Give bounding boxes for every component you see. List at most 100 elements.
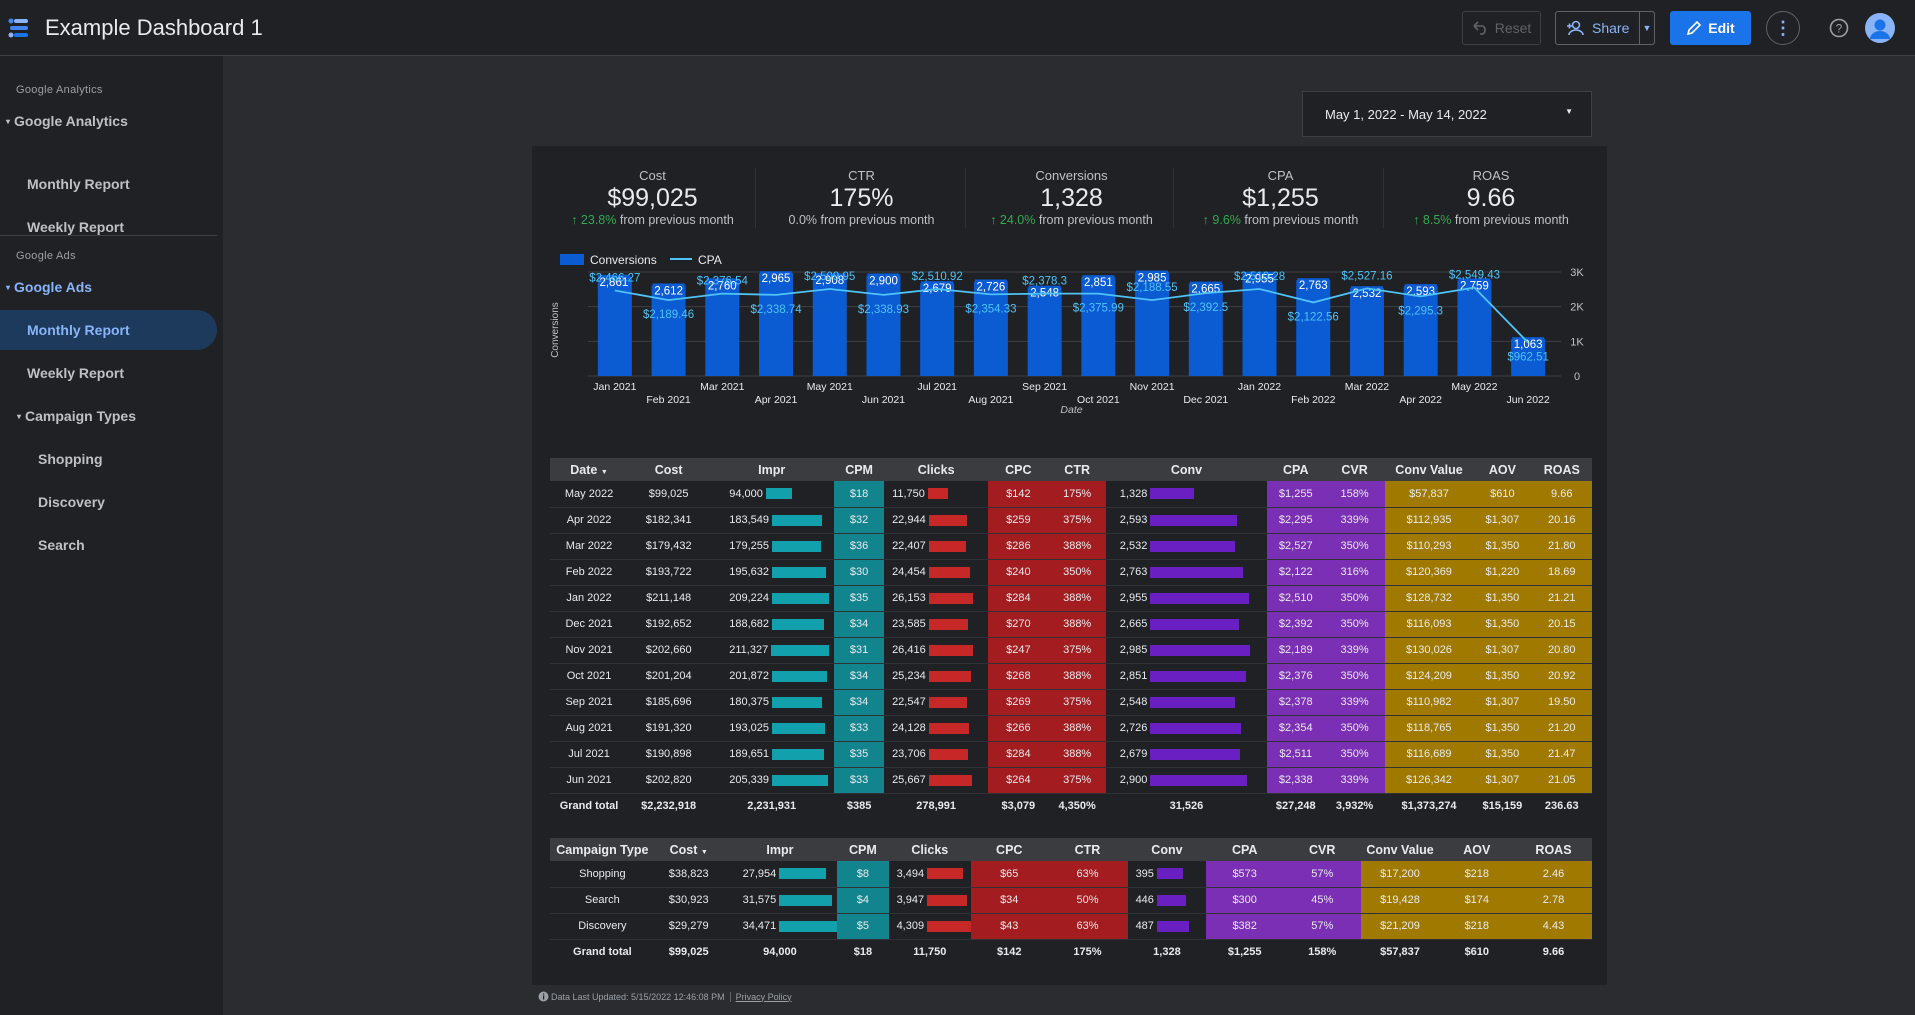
table-row[interactable]: Discovery $29,279 34,471 $5 4,309 $43 63% 487 $3… (550, 913, 1592, 940)
cell-conv_value: $116,689 (1384, 741, 1474, 768)
cell-clicks: 22,944 (884, 507, 989, 534)
table-row[interactable]: Nov 2021 $202,660 211,327 $31 26,416 $247 375%… (550, 637, 1592, 664)
cell-bar (1150, 644, 1251, 656)
cell-value: 211,327 (729, 644, 769, 656)
cell-ctr: 350% (1048, 559, 1106, 586)
column-header[interactable]: Cost (628, 458, 710, 481)
column-header[interactable]: AOV (1473, 458, 1532, 481)
cell-clicks: 25,667 (884, 767, 989, 794)
bar-conversions (1296, 280, 1331, 376)
cell-cvr: 57% (1283, 913, 1362, 940)
sidebar-group-google-analytics[interactable]: ▾ Google Analytics (6, 113, 128, 129)
sidebar-item-shopping[interactable]: Shopping (0, 439, 217, 479)
cell-aov: $1,307 (1473, 507, 1532, 534)
cell-impr: 183,549 (709, 507, 835, 534)
cpa-data-label: $2,527.16 (1341, 270, 1392, 282)
sidebar-group-google-ads[interactable]: ▾ Google Ads (6, 279, 92, 295)
reset-button[interactable]: Reset (1462, 11, 1541, 45)
column-header[interactable]: CPA (1206, 838, 1284, 861)
combo-chart-svg: 01K2K3KConversions CPAConversions2,8612,6… (550, 253, 1584, 416)
table-row[interactable]: Mar 2022 $179,432 179,255 $36 22,407 $286 388%… (550, 533, 1592, 560)
cell-date: Apr 2022 (550, 507, 629, 534)
cell-ctr: 375% (1048, 637, 1106, 664)
cell-aov: $610 (1473, 481, 1532, 508)
column-header[interactable]: CTR (1047, 838, 1128, 861)
column-header[interactable]: CTR (1048, 458, 1106, 481)
looker-studio-logo-icon[interactable] (6, 14, 34, 42)
table-row[interactable]: Jun 2021 $202,820 205,339 $33 25,667 $264 375%… (550, 767, 1592, 794)
table-row[interactable]: Feb 2022 $193,722 195,632 $30 24,454 $240 350%… (550, 559, 1592, 586)
x-tick-label: May 2022 (1451, 381, 1497, 393)
column-header[interactable]: Campaign Type (550, 838, 655, 861)
column-header[interactable]: Impr (709, 458, 835, 481)
cell-conv_value: $19,428 (1361, 887, 1439, 914)
table-row[interactable]: May 2022 $99,025 94,000 $18 11,750 $142 175% 1,… (550, 481, 1592, 508)
dashboard-title[interactable]: Example Dashboard 1 (45, 15, 263, 41)
column-header[interactable]: CPA (1267, 458, 1325, 481)
column-header[interactable]: CVR (1283, 838, 1362, 861)
column-header[interactable]: CPM (834, 458, 885, 481)
total-conv_value: $57,837 (1380, 946, 1420, 959)
sidebar-item-ga-weekly-report[interactable]: Weekly Report (0, 207, 217, 247)
sidebar-item-ga-monthly-report[interactable]: Monthly Report (0, 164, 217, 204)
table-row[interactable]: Jan 2022 $211,148 209,224 $35 26,153 $284 388%… (550, 585, 1592, 612)
column-header[interactable]: Conv Value (1384, 458, 1474, 481)
date-range-picker[interactable]: May 1, 2022 - May 14, 2022 ▼ (1302, 91, 1592, 137)
column-header[interactable]: Impr (722, 838, 838, 861)
column-header[interactable]: Clicks (888, 838, 972, 861)
more-options-button[interactable]: ⋮ (1766, 11, 1800, 45)
bar-data-label: 2,965 (762, 273, 791, 285)
column-header[interactable]: CVR (1324, 458, 1385, 481)
column-header[interactable]: Cost ▼ (654, 838, 723, 861)
table-row[interactable]: Search $30,923 31,575 $4 3,947 $34 50% 446 $300 4… (550, 887, 1592, 914)
column-header[interactable]: Date ▼ (550, 458, 629, 481)
sidebar-group-campaign-types[interactable]: ▾ Campaign Types (0, 396, 217, 436)
cpa-data-label: $962.51 (1507, 352, 1549, 364)
cell-cost: $179,432 (628, 533, 710, 560)
x-tick-label: Aug 2021 (968, 394, 1013, 406)
cell-conv: 2,900 (1105, 767, 1268, 794)
cell-bar (779, 868, 827, 880)
table-row[interactable]: Aug 2021 $191,320 193,025 $33 24,128 $266 388%… (550, 715, 1592, 742)
sidebar-item-ads-weekly-report[interactable]: Weekly Report (0, 353, 217, 393)
cell-value: 24,128 (892, 722, 926, 734)
last-updated-text: Data Last Updated: 5/15/2022 12:46:08 PM (551, 991, 725, 1002)
kpi-delta: ↑ 8.5% from previous month (1388, 213, 1594, 227)
table-row[interactable]: Jul 2021 $190,898 189,651 $35 23,706 $284 388%… (550, 741, 1592, 768)
sidebar-item-label: Shopping (38, 451, 103, 467)
column-header[interactable]: Clicks (884, 458, 989, 481)
share-dropdown-button[interactable]: ▼ (1639, 11, 1655, 45)
column-header[interactable]: CPC (988, 458, 1049, 481)
cell-clicks: 26,153 (884, 585, 989, 612)
kpi-change: 24.0% (999, 213, 1036, 227)
column-header[interactable]: Conv (1127, 838, 1207, 861)
table-row[interactable]: Dec 2021 $192,652 188,682 $34 23,585 $270 388%… (550, 611, 1592, 638)
sidebar-item-ads-monthly-report[interactable]: Monthly Report (0, 310, 217, 350)
top-bar: Example Dashboard 1 Reset Share ▼ Edit ⋮… (0, 0, 1915, 56)
column-header[interactable]: AOV (1438, 838, 1515, 861)
privacy-policy-link[interactable]: Privacy Policy (736, 992, 792, 1002)
pencil-icon (1687, 20, 1702, 36)
cell-date: Dec 2021 (550, 611, 629, 638)
column-header[interactable]: Conv Value (1361, 838, 1439, 861)
table-row[interactable]: Shopping $38,823 27,954 $8 3,494 $65 63% 395 $57… (550, 861, 1592, 888)
bar-conversions (1349, 288, 1384, 376)
column-header[interactable]: Conv (1105, 458, 1268, 481)
sidebar-item-search[interactable]: Search (0, 525, 217, 565)
x-tick-label: Jan 2022 (1238, 381, 1281, 393)
column-header[interactable]: ROAS (1514, 838, 1592, 861)
table-row[interactable]: Sep 2021 $185,696 180,375 $34 22,547 $269 375%… (550, 689, 1592, 716)
column-header[interactable]: CPM (837, 838, 889, 861)
sidebar-item-discovery[interactable]: Discovery (0, 482, 217, 522)
cell-roas: 19.50 (1531, 689, 1592, 716)
avatar[interactable] (1865, 13, 1895, 43)
cell-cpa: $2,510 (1267, 585, 1325, 612)
help-icon[interactable]: ? (1829, 18, 1849, 38)
column-header[interactable]: CPC (971, 838, 1048, 861)
edit-button[interactable]: Edit (1670, 11, 1751, 45)
table-row[interactable]: Apr 2022 $182,341 183,549 $32 22,944 $259 375%… (550, 507, 1592, 534)
table-row[interactable]: Oct 2021 $201,204 201,872 $34 25,234 $268 388%… (550, 663, 1592, 690)
cell-cpc: $264 (988, 767, 1049, 794)
cell-ctr: 63% (1047, 861, 1128, 888)
column-header[interactable]: ROAS (1531, 458, 1592, 481)
